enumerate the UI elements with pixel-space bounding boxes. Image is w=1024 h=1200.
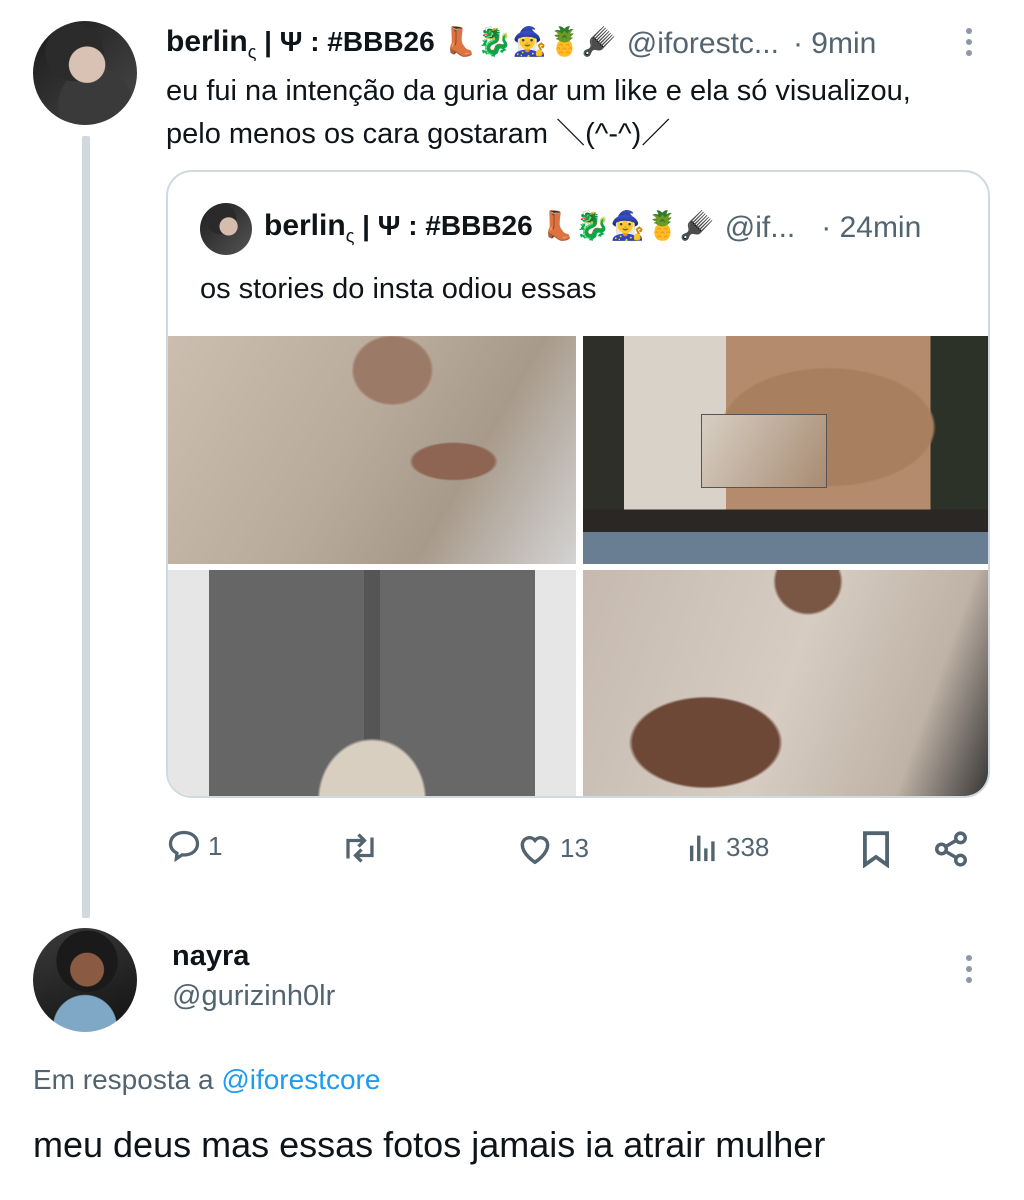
- handle[interactable]: @iforestc...: [627, 27, 779, 61]
- quoted-avatar[interactable]: [200, 203, 252, 255]
- media-photo[interactable]: [583, 570, 988, 796]
- quoted-display-name[interactable]: berlinς | Ψ : #BBB26 👢🐉🧙‍♀️🍍🪮: [264, 209, 715, 247]
- quoted-tweet-card[interactable]: [166, 170, 990, 798]
- views-button[interactable]: 338: [686, 830, 769, 864]
- like-icon: [520, 836, 550, 865]
- avatar[interactable]: [33, 21, 137, 125]
- reply-text: meu deus mas essas fotos jamais ia atrai…: [33, 1124, 826, 1165]
- reply-count: 1: [208, 830, 223, 861]
- retweet-button[interactable]: [340, 830, 386, 866]
- share-button[interactable]: [932, 830, 970, 868]
- media-photo[interactable]: [168, 336, 576, 564]
- share-icon: [935, 831, 967, 867]
- bookmark-button[interactable]: [860, 830, 892, 868]
- retweet-icon: [346, 833, 374, 863]
- thread-connector: [82, 136, 90, 918]
- in-reply-to: Em resposta a @iforestcore: [33, 1064, 380, 1096]
- display-name[interactable]: berlinς | Ψ : #BBB26 👢🐉🧙‍♀️🍍🪮: [166, 25, 617, 63]
- tweet-header: berlinς | Ψ : #BBB26 👢🐉🧙‍♀️🍍🪮 @iforestc.…: [166, 22, 946, 66]
- reply-handle[interactable]: @gurizinh0lr: [172, 980, 335, 1013]
- like-count: 13: [560, 832, 589, 863]
- media-photo[interactable]: [168, 570, 576, 796]
- inset-photo: [701, 414, 827, 488]
- more-icon[interactable]: [966, 28, 974, 56]
- quoted-timestamp[interactable]: · 24min: [821, 211, 921, 245]
- reply-button[interactable]: 1: [166, 828, 222, 864]
- like-button[interactable]: 13: [516, 830, 589, 866]
- timestamp[interactable]: · 9min: [793, 27, 876, 61]
- reply-display-name[interactable]: nayra: [172, 940, 249, 973]
- media-photo[interactable]: [583, 336, 988, 564]
- reply-icon: [168, 830, 200, 863]
- views-icon: [689, 835, 715, 862]
- tweet-text: eu fui na intenção da guria dar um like …: [166, 75, 911, 150]
- reply-avatar[interactable]: [33, 928, 137, 1032]
- in-reply-handle-link[interactable]: @iforestcore: [221, 1064, 380, 1095]
- in-reply-label: Em resposta a: [33, 1064, 214, 1095]
- bookmark-icon: [863, 831, 889, 868]
- more-icon[interactable]: [966, 955, 974, 983]
- quoted-header: berlinς | Ψ : #BBB26 👢🐉🧙‍♀️🍍🪮 @if... · 2…: [264, 206, 974, 250]
- view-count: 338: [726, 831, 770, 862]
- quoted-handle[interactable]: @if...: [725, 211, 795, 245]
- quoted-text: os stories do insta odiou essas: [200, 273, 597, 305]
